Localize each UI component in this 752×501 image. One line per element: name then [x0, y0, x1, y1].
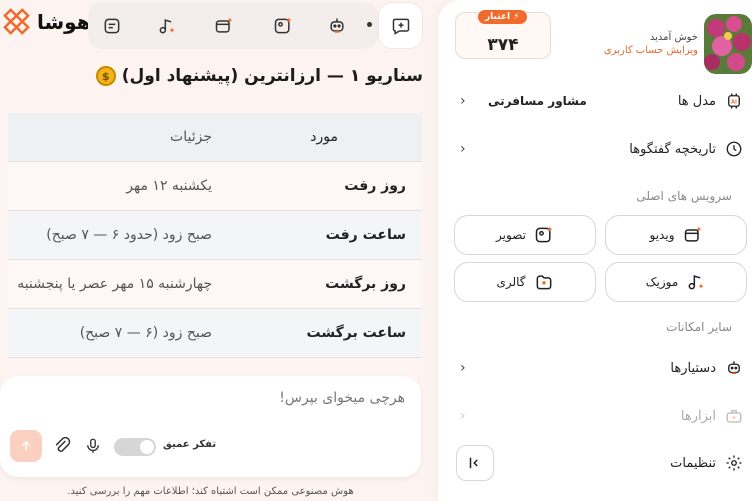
tools-label: ابزارها: [680, 408, 716, 424]
sidebar-collapse-icon: [469, 457, 478, 469]
table-row: ساعت برگشت صبح زود (۶ — ۷ صبح): [8, 308, 422, 358]
settings-label: تنظیمات: [670, 455, 716, 471]
assistant-tool-button[interactable]: [325, 14, 349, 38]
cell-item: روز رفت: [212, 161, 422, 211]
chat-main: هوشا سناریو ۱ — ارزانترین (پیشنهاد اول) …: [0, 0, 438, 501]
voice-button[interactable]: [84, 436, 102, 456]
robot-icon: [724, 358, 744, 378]
scenario-title-text: سناریو ۱ — ارزانترین (پیشنهاد اول): [121, 66, 423, 86]
table-row: ساعت رفت صبح زود (حدود ۶ — ۷ صبح): [8, 210, 422, 260]
microphone-icon: [87, 438, 99, 453]
deep-think-toggle[interactable]: [114, 438, 156, 456]
welcome-text: خوش آمدید: [649, 32, 698, 43]
cell-detail: صبح زود (۶ — ۷ صبح): [8, 308, 212, 358]
credit-label: اعتبار: [485, 12, 511, 22]
brand-name: هوشا: [37, 9, 91, 34]
user-profile[interactable]: خوش آمدید ویرایش حساب کاربری: [604, 14, 752, 74]
trip-table: مورد جزئیات روز رفت یکشنبه ۱۲ مهر ساعت ر…: [8, 113, 422, 373]
chevron-left-icon: ‹: [460, 408, 466, 424]
image-service-button[interactable]: تصویر: [454, 215, 596, 255]
main-services-label: سرویس های اصلی: [636, 189, 732, 203]
cell-item: روز برگشت: [212, 259, 422, 309]
deep-think-label: تفکر عمیق: [163, 439, 217, 450]
music-tool-button[interactable]: [155, 14, 179, 38]
svg-text:AI: AI: [731, 99, 737, 105]
music-sparkle-icon: [159, 19, 175, 34]
send-button[interactable]: [10, 430, 42, 462]
toolbar-dot: [367, 22, 372, 27]
music-service-label: موزیک: [645, 275, 679, 289]
history-label: تاریخچه گفتگوها: [629, 141, 716, 157]
cell-item: ساعت رفت: [212, 210, 422, 260]
chevron-left-icon: ‹: [460, 93, 466, 109]
image-tool-button[interactable]: [271, 14, 295, 38]
table-row: روز برگشت چهارشنبه ۱۵ مهر عصر یا پنجشنبه: [8, 259, 422, 309]
scenario-heading: سناریو ۱ — ارزانترین (پیشنهاد اول) $: [95, 66, 423, 86]
credit-badge: ⚡ اعتبار: [478, 10, 527, 24]
message-input[interactable]: [15, 390, 405, 406]
video-service-button[interactable]: ویدیو: [605, 215, 747, 255]
models-label: مدل ها: [677, 93, 716, 109]
edit-account-link[interactable]: ویرایش حساب کاربری: [604, 45, 698, 56]
gear-icon: [724, 453, 744, 473]
table-row: روز رفت یکشنبه ۱۲ مهر: [8, 161, 422, 211]
cell-detail: یکشنبه ۱۲ مهر: [8, 161, 212, 211]
avatar[interactable]: [704, 14, 752, 74]
profile-text: خوش آمدید ویرایش حساب کاربری: [604, 32, 698, 56]
robot-icon: [330, 18, 344, 33]
image-sparkle-icon: [535, 226, 553, 243]
credit-card[interactable]: ⚡ اعتبار ۳۷۴: [455, 10, 551, 59]
cell-item: ساعت برگشت: [212, 308, 422, 358]
music-service-button[interactable]: موزیک: [605, 262, 747, 302]
message-composer: تفکر عمیق: [0, 376, 421, 477]
ai-disclaimer: هوش مصنوعی ممکن است اشتباه کند؛ اطلاعات …: [67, 486, 354, 497]
header-detail: جزئیات: [8, 113, 212, 162]
brand-mark-icon: [3, 8, 30, 35]
assistants-label: دستیارها: [670, 360, 716, 376]
sidebar: خوش آمدید ویرایش حساب کاربری ⚡ اعتبار ۳۷…: [438, 0, 752, 501]
notes-button[interactable]: [100, 14, 124, 38]
cell-detail: صبح زود (حدود ۶ — ۷ صبح): [8, 210, 212, 260]
credit-value: ۳۷۴: [487, 35, 519, 55]
notes-icon: [104, 18, 120, 34]
settings-row[interactable]: تنظیمات: [452, 449, 744, 477]
chat-plus-icon: [392, 18, 409, 35]
new-chat-button[interactable]: [378, 2, 423, 49]
selected-model: مشاور مسافرتی: [488, 94, 587, 108]
cell-detail: چهارشنبه ۱۵ مهر عصر یا پنجشنبه: [8, 259, 212, 309]
header-item: مورد: [212, 113, 422, 162]
gallery-icon: [536, 275, 551, 290]
video-service-label: ویدیو: [649, 228, 675, 242]
history-row[interactable]: تاریخچه گفتگوها ‹: [452, 135, 744, 163]
gallery-service-button[interactable]: گالری: [454, 262, 596, 302]
video-sparkle-icon: [684, 226, 701, 242]
models-row[interactable]: AI مدل ها مشاور مسافرتی ‹: [452, 87, 744, 115]
table-header-row: مورد جزئیات: [8, 113, 422, 162]
clock-icon: [724, 139, 744, 159]
tools-row[interactable]: ابزارها ‹: [452, 402, 744, 430]
chevron-left-icon: ‹: [460, 360, 466, 376]
image-service-label: تصویر: [496, 228, 526, 242]
gallery-service-label: گالری: [496, 275, 526, 289]
other-features-label: سایر امکانات: [666, 320, 732, 334]
money-bag-icon: $: [95, 66, 116, 86]
attach-button[interactable]: [52, 436, 72, 456]
assistants-row[interactable]: دستیارها ‹: [452, 354, 744, 382]
video-tool-button[interactable]: [212, 14, 236, 38]
toolbox-icon: [724, 406, 744, 426]
brand-logo[interactable]: هوشا: [0, 5, 91, 38]
music-sparkle-icon: [688, 275, 704, 290]
ai-chip-icon: AI: [724, 91, 744, 111]
chevron-left-icon: ‹: [460, 141, 466, 157]
collapse-sidebar-button[interactable]: [456, 445, 494, 481]
arrow-up-icon: [21, 440, 31, 451]
paperclip-icon: [55, 436, 71, 452]
video-sparkle-icon: [215, 17, 233, 33]
image-sparkle-icon: [274, 17, 292, 34]
top-toolbar: [88, 2, 423, 49]
